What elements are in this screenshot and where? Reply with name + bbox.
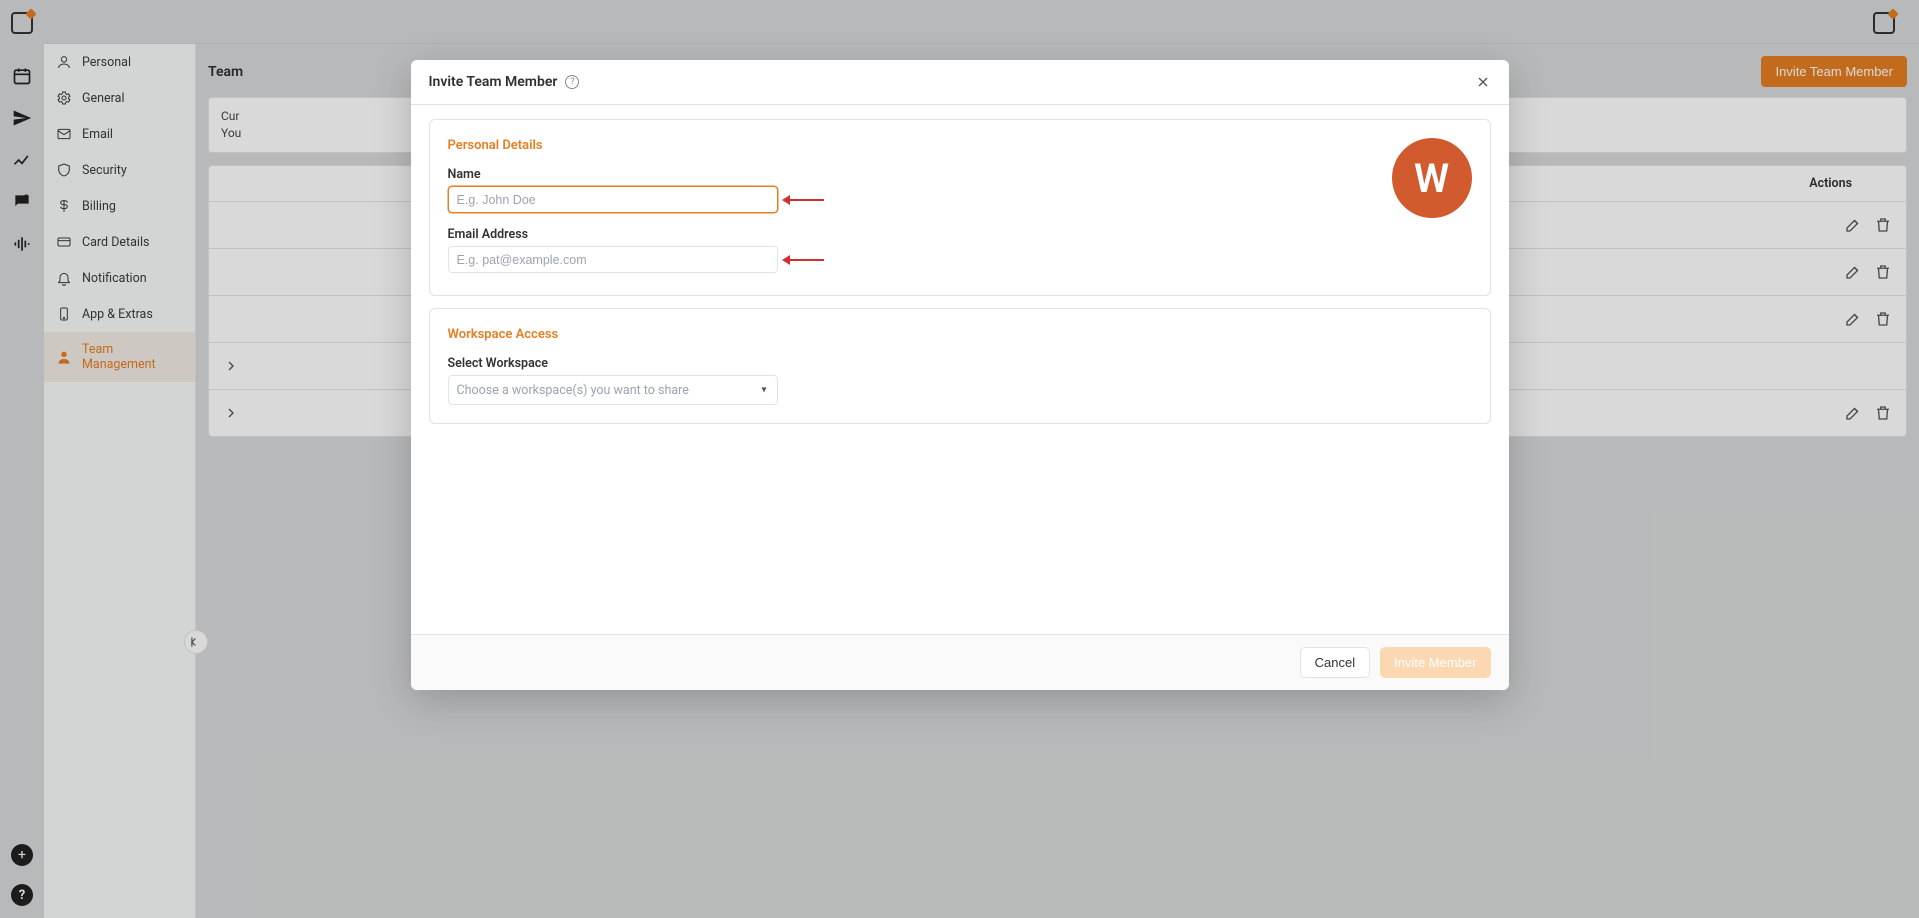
invite-team-member-modal: Invite Team Member ? Personal Details Na… xyxy=(411,60,1509,690)
name-input[interactable] xyxy=(448,186,778,213)
mail-icon xyxy=(56,126,72,142)
sidebar-item-label: Billing xyxy=(82,199,116,214)
bell-icon xyxy=(56,270,72,286)
add-button[interactable]: + xyxy=(11,844,33,866)
annotation-arrow xyxy=(790,259,824,261)
gear-icon xyxy=(56,90,72,106)
cancel-button[interactable]: Cancel xyxy=(1300,647,1370,678)
sidebar-item-email[interactable]: Email xyxy=(44,116,195,152)
send-icon[interactable] xyxy=(12,108,32,128)
topbar xyxy=(44,0,1919,44)
sidebar-item-label: Team Management xyxy=(82,342,183,372)
sidebar-item-billing[interactable]: Billing xyxy=(44,188,195,224)
sidebar-item-label: General xyxy=(82,91,125,106)
help-button[interactable]: ? xyxy=(11,884,33,906)
help-icon[interactable]: ? xyxy=(565,75,579,89)
person-icon xyxy=(56,349,72,365)
chart-icon[interactable] xyxy=(12,150,32,170)
section-heading-workspace: Workspace Access xyxy=(448,327,1472,342)
email-input[interactable] xyxy=(448,246,778,273)
icon-rail: + ? xyxy=(0,0,44,918)
audio-icon[interactable] xyxy=(12,234,32,254)
edit-icon[interactable] xyxy=(1844,404,1862,422)
select-placeholder: Choose a workspace(s) you want to share xyxy=(457,383,689,398)
sidebar-item-label: Email xyxy=(82,127,113,142)
personal-details-card: Personal Details Name Email Address W xyxy=(429,119,1491,296)
trash-icon[interactable] xyxy=(1874,404,1892,422)
invite-team-member-button[interactable]: Invite Team Member xyxy=(1761,56,1907,87)
card-icon xyxy=(56,234,72,250)
close-icon[interactable] xyxy=(1475,74,1491,90)
sidebar-item-general[interactable]: General xyxy=(44,80,195,116)
app-logo-corner xyxy=(1873,12,1895,34)
sidebar-item-security[interactable]: Security xyxy=(44,152,195,188)
sidebar-item-label: App & Extras xyxy=(82,307,153,322)
sidebar-item-label: Personal xyxy=(82,55,131,70)
sidebar-item-card-details[interactable]: Card Details xyxy=(44,224,195,260)
shield-icon xyxy=(56,162,72,178)
workspace-access-card: Workspace Access Select Workspace Choose… xyxy=(429,308,1491,424)
phone-icon xyxy=(56,306,72,322)
chevron-right-icon[interactable] xyxy=(223,358,239,374)
modal-title: Invite Team Member xyxy=(429,74,558,90)
name-field-label: Name xyxy=(448,167,1472,182)
edit-icon[interactable] xyxy=(1844,310,1862,328)
sidebar-item-label: Notification xyxy=(82,271,147,286)
section-heading-personal: Personal Details xyxy=(448,138,1472,153)
modal-header: Invite Team Member ? xyxy=(411,60,1509,105)
sidebar-item-app-extras[interactable]: App & Extras xyxy=(44,296,195,332)
workspace-select-label: Select Workspace xyxy=(448,356,1472,371)
caret-down-icon: ▾ xyxy=(761,385,766,396)
sidebar-item-personal[interactable]: Personal xyxy=(44,44,195,80)
avatar: W xyxy=(1392,138,1472,218)
sidebar-item-notification[interactable]: Notification xyxy=(44,260,195,296)
modal-body: Personal Details Name Email Address W Wo… xyxy=(411,105,1509,634)
calendar-icon[interactable] xyxy=(12,66,32,86)
user-icon xyxy=(56,54,72,70)
modal-footer: Cancel Invite Member xyxy=(411,634,1509,690)
edit-icon[interactable] xyxy=(1844,216,1862,234)
email-field-label: Email Address xyxy=(448,227,1472,242)
chat-icon[interactable] xyxy=(12,192,32,212)
column-header-actions: Actions xyxy=(1809,176,1892,191)
invite-member-button[interactable]: Invite Member xyxy=(1380,647,1490,678)
annotation-arrow xyxy=(790,199,824,201)
logo-icon[interactable] xyxy=(11,12,33,34)
sidebar-item-label: Security xyxy=(82,163,127,178)
trash-icon[interactable] xyxy=(1874,216,1892,234)
settings-sidebar: Personal General Email Security Billing … xyxy=(44,44,196,918)
avatar-initial: W xyxy=(1414,155,1449,202)
chevron-right-icon[interactable] xyxy=(223,405,239,421)
sidebar-item-team-management[interactable]: Team Management xyxy=(44,332,195,382)
workspace-select[interactable]: Choose a workspace(s) you want to share … xyxy=(448,375,778,405)
page-title: Team xyxy=(208,64,243,80)
dollar-icon xyxy=(56,198,72,214)
edit-icon[interactable] xyxy=(1844,263,1862,281)
trash-icon[interactable] xyxy=(1874,263,1892,281)
trash-icon[interactable] xyxy=(1874,310,1892,328)
sidebar-item-label: Card Details xyxy=(82,235,149,250)
